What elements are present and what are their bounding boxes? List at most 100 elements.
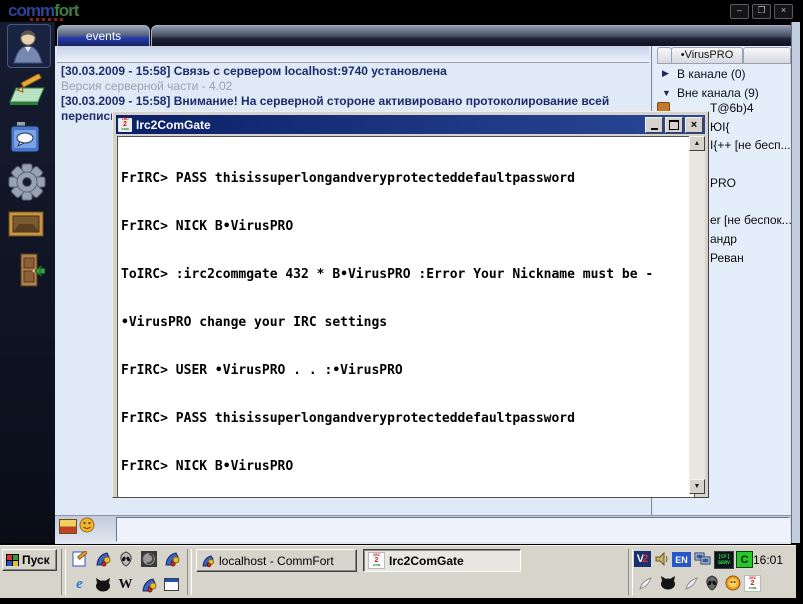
- commfort-icon: [202, 554, 214, 567]
- console-maximize-button[interactable]: [665, 117, 683, 133]
- sidebar-chat-button[interactable]: [7, 120, 49, 156]
- console-line: FrIRC> NICK B•VirusPRO: [121, 459, 294, 474]
- chat-window-icon: [10, 122, 40, 153]
- tab-viruspro[interactable]: •VirusPRO: [671, 47, 743, 64]
- console-minimize-button[interactable]: [645, 117, 663, 133]
- close-icon: ×: [690, 118, 698, 131]
- smiley-icon: [79, 517, 95, 533]
- window-controls: – ❐ ×: [730, 4, 793, 19]
- screen: commfort – ❐ × events [30.03.2009 - 15:5…: [0, 0, 803, 604]
- irc2com-icon: IRC 2 com: [368, 552, 385, 569]
- tray-language-indicator[interactable]: EN: [672, 552, 691, 567]
- tab-events-label: events: [85, 29, 122, 43]
- console-close-button[interactable]: ×: [685, 117, 703, 133]
- group-in-channel[interactable]: ▶ В канале (0): [655, 65, 790, 82]
- scroll-down-button[interactable]: ▼: [689, 479, 705, 494]
- quicklaunch-w-icon[interactable]: W: [117, 576, 134, 593]
- sidebar-settings-button[interactable]: [7, 162, 49, 202]
- tray-c-icon[interactable]: C: [736, 551, 753, 568]
- insert-image-button[interactable]: [59, 519, 77, 534]
- screen-bottom-edge: [0, 598, 803, 604]
- tray-feather2-icon[interactable]: [684, 576, 699, 591]
- taskbar-separator: [61, 549, 66, 595]
- taskbar-button-label: Irc2ComGate: [389, 553, 464, 568]
- quicklaunch-commfort3-icon[interactable]: [140, 576, 157, 593]
- quicklaunch-swirl-icon[interactable]: [140, 550, 157, 567]
- tray-clock[interactable]: 16:01: [753, 553, 783, 567]
- sidebar-notes-button[interactable]: [7, 74, 49, 108]
- sidebar-files-button[interactable]: [7, 210, 49, 238]
- log-header-strip: [57, 46, 649, 63]
- minimize-button[interactable]: –: [730, 4, 749, 19]
- taskbar-button-commfort[interactable]: localhost - CommFort: [196, 549, 357, 572]
- channel-tab-spacer: [657, 47, 672, 64]
- windows-logo-icon: [6, 554, 19, 566]
- gear-icon: [8, 163, 46, 201]
- log-line: [30.03.2009 - 15:58] Внимание! На сервер…: [61, 94, 610, 108]
- tray-feather-icon[interactable]: [638, 576, 653, 591]
- irc2comgate-window: IRC 2 com Irc2ComGate × FrIRC> PASS this…: [112, 111, 709, 498]
- taskbar-button-irc2comgate[interactable]: IRC 2 com Irc2ComGate: [363, 549, 521, 572]
- console-line: •VirusPRO change your IRC settings: [121, 315, 388, 330]
- chevron-down-icon: ▼: [662, 87, 671, 98]
- quicklaunch-cat-icon[interactable]: [94, 576, 111, 593]
- quicklaunch-commfort2-icon[interactable]: [163, 550, 180, 567]
- minimize-icon: [650, 127, 658, 130]
- console-line: FrIRC> USER •VirusPRO . . :•VirusPRO: [121, 363, 403, 378]
- group-label: В канале (0): [677, 66, 746, 81]
- console-line: FrIRC> PASS thisissuperlongandveryprotec…: [121, 411, 575, 426]
- tray-cat-icon[interactable]: [660, 576, 676, 590]
- log-line: [30.03.2009 - 15:58] Связь с сервером lo…: [61, 64, 447, 78]
- console-line: FrIRC> NICK B•VirusPRO: [121, 219, 294, 234]
- maximize-icon: [669, 120, 679, 130]
- quicklaunch-notepad-icon[interactable]: [71, 550, 88, 567]
- restore-button[interactable]: ❐: [752, 4, 771, 19]
- irc2comgate-controls: ×: [645, 117, 703, 133]
- channel-tab-spacer: [743, 47, 791, 64]
- picture-frame-icon: [8, 211, 44, 237]
- console-output: FrIRC> PASS thisissuperlongandveryprotec…: [117, 136, 695, 498]
- commfort-titlebar[interactable]: commfort – ❐ ×: [0, 0, 803, 22]
- console-line: FrIRC> PASS thisissuperlongandveryprotec…: [121, 171, 575, 186]
- tab-events[interactable]: events: [57, 25, 150, 47]
- close-button[interactable]: ×: [774, 4, 793, 19]
- user-avatar[interactable]: [7, 24, 51, 68]
- tray-volume-icon[interactable]: [654, 551, 670, 567]
- console-line: ToIRC> :irc2commgate 432 * B•VirusPRO :E…: [121, 267, 654, 282]
- tray-cfserv-icon[interactable]: [CF] SERV: [714, 551, 734, 569]
- quicklaunch-alien-icon[interactable]: [117, 550, 134, 567]
- tray-network-icon[interactable]: [694, 551, 711, 567]
- tray-separator: [628, 549, 633, 595]
- tab-strip-filler: [151, 25, 795, 47]
- left-sidebar: [0, 22, 55, 543]
- irc2comgate-title: Irc2ComGate: [136, 117, 211, 132]
- tray-irc2com-icon[interactable]: IRC 2 com: [744, 575, 761, 592]
- tray-clock-smiley-icon[interactable]: [725, 575, 741, 591]
- console-scrollbar[interactable]: ▲ ▼: [689, 136, 705, 494]
- tray-alien-icon[interactable]: [705, 575, 719, 591]
- start-label: Пуск: [22, 553, 50, 567]
- window-right-border: [791, 22, 800, 543]
- tray-v2-icon[interactable]: V2: [634, 551, 651, 567]
- message-input[interactable]: [116, 517, 790, 542]
- smiley-button[interactable]: [79, 517, 95, 533]
- log-line: Версия серверной части - 4.02: [61, 79, 233, 93]
- irc2com-icon: IRC 2 com: [744, 575, 761, 592]
- start-button[interactable]: Пуск: [2, 549, 57, 571]
- taskbar: Пуск e W localhost - CommFort IRC 2 com …: [0, 545, 796, 599]
- exit-door-icon: [20, 253, 45, 287]
- irc2com-icon: IRC 2 com: [118, 117, 132, 132]
- taskbar-button-label: localhost - CommFort: [219, 553, 334, 568]
- irc2comgate-titlebar[interactable]: IRC 2 com Irc2ComGate ×: [116, 115, 705, 134]
- quicklaunch-commfort-icon[interactable]: [94, 550, 111, 567]
- notepad-pencil-icon: [9, 74, 45, 105]
- quicklaunch-window-icon[interactable]: [163, 576, 180, 593]
- sidebar-exit-button[interactable]: [7, 250, 49, 290]
- chevron-right-icon: ▶: [662, 68, 669, 78]
- logo-dots: [30, 18, 63, 21]
- group-label: Вне канала (9): [677, 85, 759, 100]
- scroll-up-button[interactable]: ▲: [689, 136, 705, 151]
- quicklaunch-ie-icon[interactable]: e: [71, 576, 88, 593]
- avatar-person-icon: [13, 30, 43, 64]
- taskbar-separator: [187, 549, 192, 595]
